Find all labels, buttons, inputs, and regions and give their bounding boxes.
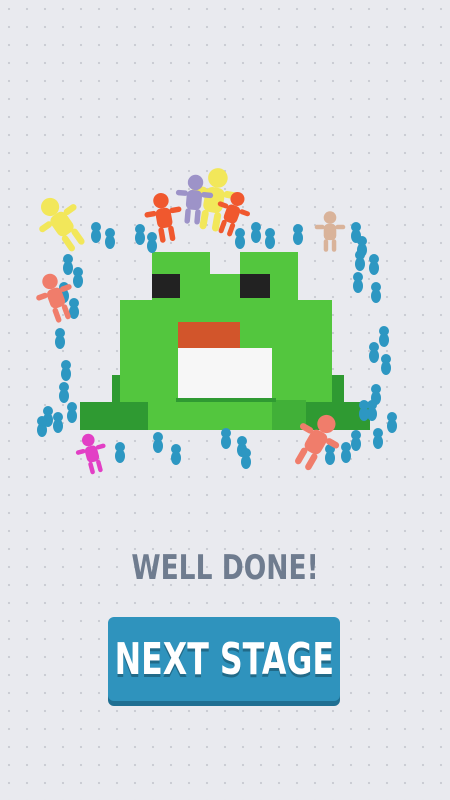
frog-pixel-art	[80, 252, 370, 430]
npc-yellow-left	[39, 197, 85, 252]
frog-head-right	[240, 252, 298, 276]
frog-base-left-low	[80, 402, 154, 430]
crowd-unit	[135, 224, 145, 245]
crowd-unit	[171, 444, 181, 465]
npc-magenta	[75, 433, 106, 475]
crowd-unit	[251, 222, 261, 243]
frog-eye-right	[240, 274, 270, 298]
frog-belly-lower	[176, 398, 276, 402]
crowd-unit	[341, 442, 351, 463]
crowd-unit	[379, 326, 389, 347]
next-stage-label: NEXT STAGE	[114, 633, 334, 685]
crowd-unit	[265, 228, 275, 249]
crowd-unit	[355, 250, 365, 271]
crowd-unit	[63, 254, 73, 275]
crowd-unit	[153, 432, 163, 453]
crowd-unit	[221, 428, 231, 449]
result-message: WELL DONE!	[131, 548, 319, 588]
crowd-unit	[293, 224, 303, 245]
crowd-unit	[351, 430, 361, 451]
crowd-unit	[91, 222, 101, 243]
frog-eye-left	[152, 274, 180, 298]
crowd-unit	[105, 228, 115, 249]
crowd-unit	[369, 342, 379, 363]
crowd-unit	[73, 267, 83, 288]
crowd-unit	[53, 412, 63, 433]
crowd-unit	[373, 428, 383, 449]
frog-head-left	[152, 252, 210, 276]
crowd-unit	[55, 328, 65, 349]
frog-mouth	[178, 322, 240, 348]
crowd-unit	[61, 360, 71, 381]
frog-belly	[178, 348, 272, 400]
npc-tan	[314, 211, 346, 252]
next-stage-button[interactable]: NEXT STAGE	[108, 617, 340, 701]
crowd-unit	[353, 272, 363, 293]
crowd-unit	[387, 412, 397, 433]
crowd-unit	[359, 400, 369, 421]
crowd-unit	[371, 282, 381, 303]
crowd-unit	[147, 232, 157, 253]
crowd-unit	[369, 254, 379, 275]
crowd-unit	[235, 228, 245, 249]
crowd-unit	[115, 442, 125, 463]
crowd-unit	[381, 354, 391, 375]
crowd-unit	[59, 382, 69, 403]
crowd-unit	[67, 402, 77, 423]
crowd-unit	[241, 448, 251, 469]
crowd-unit	[37, 416, 47, 437]
